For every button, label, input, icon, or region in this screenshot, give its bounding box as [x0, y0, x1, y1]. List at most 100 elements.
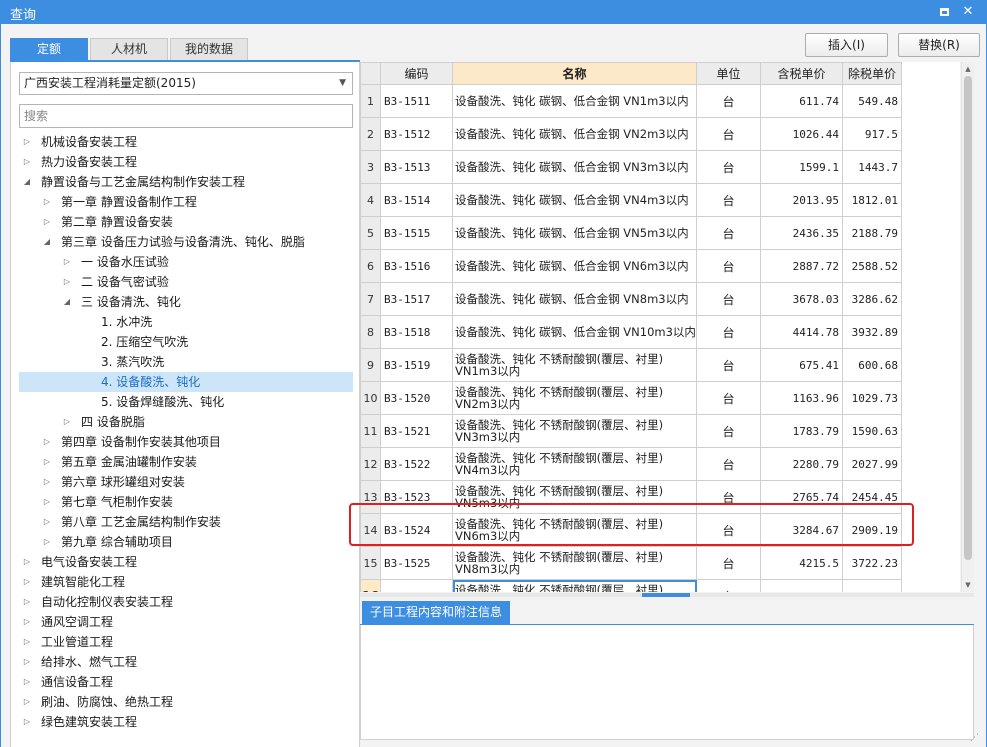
cell-unit[interactable]: 台 — [696, 216, 761, 250]
cell-code[interactable]: B3-1515 — [380, 216, 453, 250]
tree-item[interactable]: ▷ 第七章 气柜制作安装 — [19, 492, 353, 512]
tree-item[interactable]: ▷ 机械设备安装工程 — [19, 132, 353, 152]
cell-name[interactable]: 设备酸洗、钝化 碳钢、低合金钢 VN1m3以内 — [452, 84, 697, 118]
cell-name[interactable]: 设备酸洗、钝化 不锈耐酸钢(覆层、衬里) VN10m3以内 — [452, 579, 697, 592]
tree-item[interactable]: ▷ 第五章 金属油罐制作安装 — [19, 452, 353, 472]
cell-unit[interactable]: 台 — [696, 381, 761, 415]
collapsed-arrow-icon[interactable]: ▷ — [61, 252, 73, 272]
tree-item[interactable]: ▷ 给排水、燃气工程 — [19, 652, 353, 672]
cell-unit[interactable]: 台 — [696, 348, 761, 382]
tree-item[interactable]: 4. 设备酸洗、钝化 — [19, 372, 353, 392]
row-number[interactable]: 8 — [360, 315, 381, 349]
tree-item[interactable]: ◢ 静置设备与工艺金属结构制作安装工程 — [19, 172, 353, 192]
expanded-arrow-icon[interactable]: ◢ — [41, 232, 53, 252]
expanded-arrow-icon[interactable]: ◢ — [61, 292, 73, 312]
row-number[interactable]: 11 — [360, 414, 381, 448]
tree-item[interactable]: ▷ 通风空调工程 — [19, 612, 353, 632]
collapsed-arrow-icon[interactable]: ▷ — [41, 192, 53, 212]
row-number[interactable]: 12 — [360, 447, 381, 481]
collapsed-arrow-icon[interactable]: ▷ — [41, 472, 53, 492]
cell-price-tax[interactable]: 1599.1 — [760, 150, 843, 184]
tree-item[interactable]: ▷ 第九章 综合辅助项目 — [19, 532, 353, 552]
cell-price-tax[interactable]: 4414.78 — [760, 315, 843, 349]
tab-materials[interactable]: 人材机 — [90, 38, 168, 60]
row-number[interactable]: 10 — [360, 381, 381, 415]
collapsed-arrow-icon[interactable]: ▷ — [21, 592, 33, 612]
cell-price-tax[interactable]: 2887.72 — [760, 249, 843, 283]
table-row[interactable]: 5 B3-1515 设备酸洗、钝化 碳钢、低合金钢 VN5m3以内台 2436.35 2… — [360, 216, 902, 250]
collapsed-arrow-icon[interactable]: ▷ — [41, 452, 53, 472]
resize-grip-icon[interactable]: ⋰ — [970, 732, 982, 744]
tree-item[interactable]: ◢ 第三章 设备压力试验与设备清洗、钝化、脱脂 — [19, 232, 353, 252]
cell-name[interactable]: 设备酸洗、钝化 碳钢、低合金钢 VN10m3以内 — [452, 315, 697, 349]
collapsed-arrow-icon[interactable]: ▷ — [41, 432, 53, 452]
tree-item[interactable]: ▷ 第八章 工艺金属结构制作安装 — [19, 512, 353, 532]
table-row[interactable]: 8 B3-1518 设备酸洗、钝化 碳钢、低合金钢 VN10m3以内台 4414.78… — [360, 315, 902, 349]
row-number[interactable]: 6 — [360, 249, 381, 283]
cell-name[interactable]: 设备酸洗、钝化 不锈耐酸钢(覆层、衬里) VN1m3以内 — [452, 348, 697, 382]
cell-price-notax[interactable]: 917.5 — [842, 117, 902, 151]
collapsed-arrow-icon[interactable]: ▷ — [21, 692, 33, 712]
cell-code[interactable]: B3-1514 — [380, 183, 453, 217]
cell-price-tax[interactable]: 4215.5 — [760, 546, 843, 580]
search-input[interactable] — [19, 104, 353, 128]
table-row[interactable]: 16B3-1526设备酸洗、钝化 不锈耐酸钢(覆层、衬里) VN10m3以内台5… — [360, 579, 902, 592]
row-number[interactable]: 1 — [360, 84, 381, 118]
cell-unit[interactable]: 台 — [696, 546, 761, 580]
insert-button[interactable]: 插入(I) — [805, 33, 888, 57]
cell-code[interactable]: B3-1511 — [380, 84, 453, 118]
collapsed-arrow-icon[interactable]: ▷ — [21, 632, 33, 652]
cell-unit[interactable]: 台 — [696, 183, 761, 217]
row-number[interactable]: 5 — [360, 216, 381, 250]
table-row[interactable]: 7 B3-1517 设备酸洗、钝化 碳钢、低合金钢 VN8m3以内台 3678.03 3… — [360, 282, 902, 316]
cell-name[interactable]: 设备酸洗、钝化 不锈耐酸钢(覆层、衬里) VN4m3以内 — [452, 447, 697, 481]
row-number[interactable]: 16 — [360, 579, 381, 592]
tree-item[interactable]: ▷ 电气设备安装工程 — [19, 552, 353, 572]
table-row[interactable]: 1 B3-1511 设备酸洗、钝化 碳钢、低合金钢 VN1m3以内台 611.74 54… — [360, 84, 902, 118]
cell-name[interactable]: 设备酸洗、钝化 碳钢、低合金钢 VN8m3以内 — [452, 282, 697, 316]
collapsed-arrow-icon[interactable]: ▷ — [41, 492, 53, 512]
cell-name[interactable]: 设备酸洗、钝化 不锈耐酸钢(覆层、衬里) VN8m3以内 — [452, 546, 697, 580]
tree-item[interactable]: 1. 水冲洗 — [19, 312, 353, 332]
collapsed-arrow-icon[interactable]: ▷ — [41, 212, 53, 232]
cell-code[interactable]: B3-1516 — [380, 249, 453, 283]
tree-item[interactable]: ▷ 工业管道工程 — [19, 632, 353, 652]
cell-price-tax[interactable]: 2013.95 — [760, 183, 843, 217]
col-header-name[interactable]: 名称 — [452, 62, 697, 85]
tree-item[interactable]: ▷ 第二章 静置设备安装 — [19, 212, 353, 232]
cell-price-notax[interactable]: 4536.07 — [842, 579, 902, 592]
tree-item[interactable]: 2. 压缩空气吹洗 — [19, 332, 353, 352]
table-row[interactable]: 6 B3-1516 设备酸洗、钝化 碳钢、低合金钢 VN6m3以内台 2887.72 2… — [360, 249, 902, 283]
cell-price-notax[interactable]: 1443.7 — [842, 150, 902, 184]
cell-code[interactable]: B3-1512 — [380, 117, 453, 151]
cell-unit[interactable]: 台 — [696, 282, 761, 316]
replace-button[interactable]: 替换(R) — [898, 33, 980, 57]
expanded-arrow-icon[interactable]: ◢ — [21, 172, 33, 192]
tree-item[interactable]: ▷ 刷油、防腐蚀、绝热工程 — [19, 692, 353, 712]
cell-name[interactable]: 设备酸洗、钝化 碳钢、低合金钢 VN5m3以内 — [452, 216, 697, 250]
tree-item[interactable]: ▷ 建筑智能化工程 — [19, 572, 353, 592]
cell-code[interactable]: B3-1526 — [380, 579, 453, 592]
tree-item[interactable]: ▷ 第六章 球形罐组对安装 — [19, 472, 353, 492]
row-number[interactable]: 2 — [360, 117, 381, 151]
table-row[interactable]: 11 B3-1521 设备酸洗、钝化 不锈耐酸钢(覆层、衬里) VN3m3以内台 17… — [360, 414, 902, 448]
cell-name[interactable]: 设备酸洗、钝化 碳钢、低合金钢 VN3m3以内 — [452, 150, 697, 184]
cell-name[interactable]: 设备酸洗、钝化 不锈耐酸钢(覆层、衬里) VN2m3以内 — [452, 381, 697, 415]
cell-price-tax[interactable]: 1163.96 — [760, 381, 843, 415]
cell-name[interactable]: 设备酸洗、钝化 碳钢、低合金钢 VN6m3以内 — [452, 249, 697, 283]
collapsed-arrow-icon[interactable]: ▷ — [41, 532, 53, 552]
row-number[interactable]: 9 — [360, 348, 381, 382]
tree-item[interactable]: ▷ 通信设备工程 — [19, 672, 353, 692]
maximize-button[interactable] — [934, 2, 954, 22]
cell-unit[interactable]: 台 — [696, 249, 761, 283]
cell-code[interactable]: B3-1517 — [380, 282, 453, 316]
tree-item[interactable]: ▷ 四 设备脱脂 — [19, 412, 353, 432]
panel-splitter[interactable] — [360, 593, 974, 597]
row-number[interactable]: 3 — [360, 150, 381, 184]
tree-item[interactable]: ▷ 自动化控制仪表安装工程 — [19, 592, 353, 612]
table-row[interactable]: 3 B3-1513 设备酸洗、钝化 碳钢、低合金钢 VN3m3以内台 1599.1 14… — [360, 150, 902, 184]
cell-unit[interactable]: 台 — [696, 315, 761, 349]
cell-price-notax[interactable]: 549.48 — [842, 84, 902, 118]
tree-item[interactable]: ▷ 第四章 设备制作安装其他项目 — [19, 432, 353, 452]
table-row[interactable]: 15 B3-1525 设备酸洗、钝化 不锈耐酸钢(覆层、衬里) VN8m3以内台 42… — [360, 546, 902, 580]
